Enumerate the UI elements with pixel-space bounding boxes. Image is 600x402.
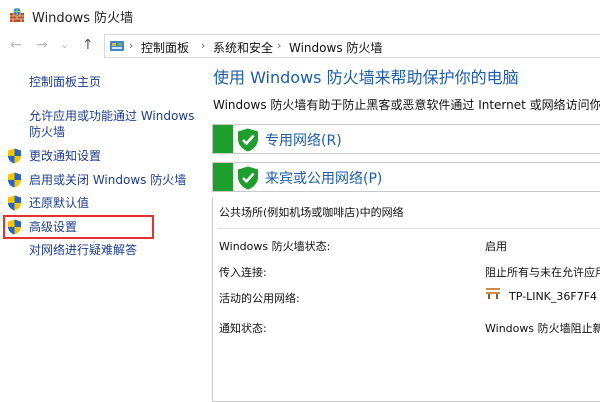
status-stripe (213, 125, 233, 153)
main-content: 使用 Windows 防火墙来帮助保护你的电脑 Windows 防火墙有助于防止… (200, 62, 600, 402)
sidebar-item-advanced-settings[interactable]: 高级设置 (29, 219, 77, 235)
recent-locations-button[interactable]: ⌄ (60, 37, 69, 53)
up-button[interactable]: ↑ (82, 37, 94, 53)
sidebar-link-control-panel-home[interactable]: 控制面板主页 (29, 74, 101, 90)
status-stripe (213, 163, 233, 191)
sidebar-item-toggle-firewall[interactable]: 启用或关闭 Windows 防火墙 (29, 172, 186, 188)
active-network-label: 活动的公用网络: (219, 292, 300, 305)
public-network-header[interactable]: 来宾或公用网络(P) (212, 162, 600, 192)
public-network-description: 公共场所(例如机场或咖啡店)中的网络 (219, 206, 404, 219)
page-title: 使用 Windows 防火墙来帮助保护你的电脑 (213, 68, 519, 87)
title-bar: Windows 防火墙 (0, 0, 600, 30)
window-title: Windows 防火墙 (32, 11, 134, 26)
sidebar: 控制面板主页 允许应用或功能通过 Windows 防火墙 更改通知设置 启用或关… (0, 62, 200, 402)
incoming-connections-value: 阻止所有与未在允许应用 (485, 266, 600, 279)
public-network-details: 公共场所(例如机场或咖啡店)中的网络 Windows 防火墙状态: 启用 传入连… (212, 198, 600, 402)
page-description: Windows 防火墙有助于防止黑客或恶意软件通过 Internet 或网络访问… (213, 98, 600, 112)
highlight-box (3, 215, 154, 239)
uac-shield-icon (8, 219, 21, 235)
sidebar-item-change-notifications[interactable]: 更改通知设置 (29, 148, 101, 164)
breadcrumb-control-panel[interactable]: 控制面板 (141, 39, 189, 56)
sidebar-item-restore-defaults[interactable]: 还原默认值 (29, 195, 89, 211)
uac-shield-icon (8, 195, 21, 211)
uac-shield-icon (8, 148, 21, 164)
firewall-icon (10, 8, 24, 22)
sidebar-link-troubleshoot[interactable]: 对网络进行疑难解答 (29, 242, 137, 258)
forward-button[interactable]: → (36, 37, 48, 53)
notification-state-value: Windows 防火墙阻止新 (485, 322, 600, 335)
sidebar-link-allow-app-cont[interactable]: 防火墙 (29, 124, 65, 140)
control-panel-icon (110, 41, 124, 51)
firewall-state-value: 启用 (485, 240, 507, 253)
breadcrumb-system-security[interactable]: 系统和安全 (213, 39, 273, 56)
breadcrumb-separator: › (201, 39, 206, 52)
notification-state-label: 通知状态: (219, 322, 267, 335)
breadcrumb-separator: › (129, 39, 134, 52)
back-button[interactable]: ← (10, 37, 22, 53)
address-bar[interactable]: › 控制面板 › 系统和安全 › Windows 防火墙 (104, 34, 600, 58)
sidebar-link-allow-app[interactable]: 允许应用或功能通过 Windows (29, 108, 194, 124)
navigation-bar: ← → ⌄ ↑ › 控制面板 › 系统和安全 › Windows 防火墙 (0, 30, 600, 62)
breadcrumb-windows-firewall[interactable]: Windows 防火墙 (289, 39, 382, 56)
network-bench-icon (486, 288, 500, 299)
green-check-shield-icon (238, 166, 258, 190)
private-network-header[interactable]: 专用网络(R) (212, 124, 600, 154)
green-check-shield-icon (238, 128, 258, 152)
active-network-value: TP-LINK_36F7F4 (509, 290, 598, 303)
uac-shield-icon (8, 172, 21, 188)
public-network-title: 来宾或公用网络(P) (265, 171, 383, 187)
private-network-title: 专用网络(R) (265, 133, 342, 149)
firewall-state-label: Windows 防火墙状态: (219, 240, 331, 253)
breadcrumb-separator: › (277, 39, 282, 52)
divider (217, 228, 600, 229)
incoming-connections-label: 传入连接: (219, 266, 267, 279)
